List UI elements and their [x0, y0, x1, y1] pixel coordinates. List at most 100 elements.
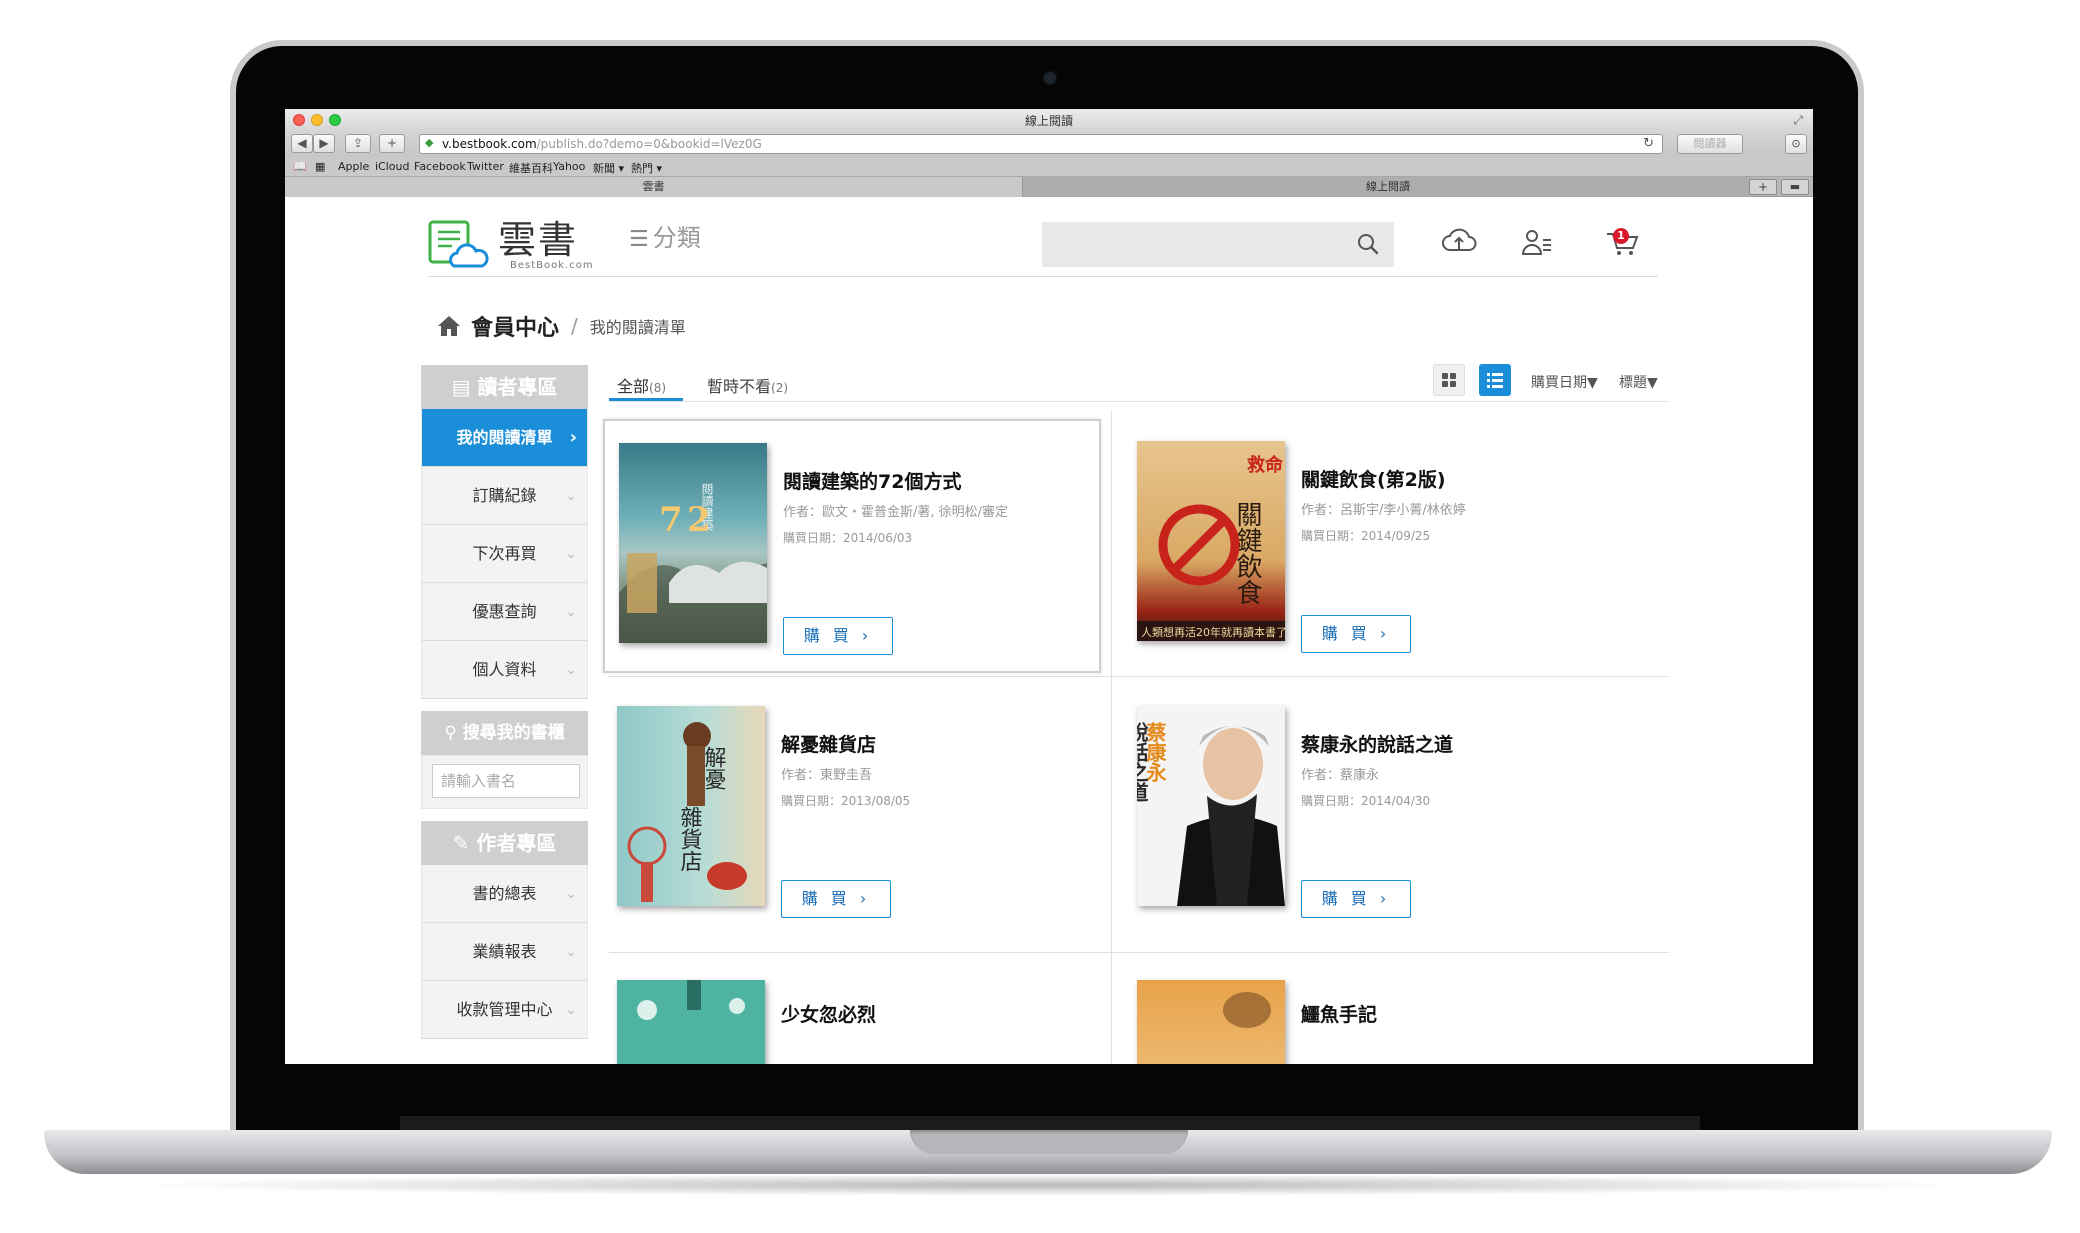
forward-button[interactable]: ▶	[313, 134, 335, 153]
top-sites-icon[interactable]: ▦	[315, 160, 325, 173]
chevron-down-icon: ⌄	[565, 886, 577, 902]
downloads-icon[interactable]: ⊙	[1785, 134, 1807, 154]
buy-button[interactable]: 購 買 ›	[1301, 615, 1411, 653]
sidebar-author-header: ✎ 作者專區	[421, 821, 588, 865]
book-purchase-date: 購買日期：2014/09/25	[1301, 529, 1431, 543]
book-cover-key-diet[interactable]: 救命! 關鍵飲食 人類想再活20年就再讀本書了!	[1137, 441, 1285, 641]
laptop-hinge	[400, 1116, 1700, 1130]
sidebar-item-orders[interactable]: 訂購紀錄 ⌄	[421, 467, 588, 525]
sidebar-item-label: 下次再買	[472, 544, 537, 563]
home-icon[interactable]	[437, 315, 461, 337]
logo-text: 雲書	[498, 218, 579, 262]
back-button[interactable]: ◀	[291, 134, 313, 153]
camera-icon	[1044, 72, 1056, 84]
book-title[interactable]: 關鍵飲食(第2版)	[1301, 465, 1446, 492]
new-tab-button[interactable]: +	[1749, 179, 1777, 195]
book-title[interactable]: 解憂雜貨店	[781, 730, 876, 757]
tab-not-now[interactable]: 暫時不看(2)	[707, 373, 788, 397]
book-card[interactable]: 救命! 關鍵飲食 人類想再活20年就再讀本書了! 關鍵飲食(第2版) 作者：呂斯…	[1123, 419, 1621, 673]
svg-text:2: 2	[687, 500, 711, 540]
sidebar-search-box: 請輸入書名	[421, 755, 588, 809]
sidebar-item-coupons[interactable]: 優惠查詢 ⌄	[421, 583, 588, 641]
sidebar-item-label: 書的總表	[472, 884, 537, 903]
svg-text:雜貨店: 雜貨店	[677, 806, 703, 872]
reader-button[interactable]: 閱讀器	[1677, 134, 1743, 154]
book-cover-crocodile-notes[interactable]	[1137, 980, 1285, 1064]
bookshelf-search-input[interactable]: 請輸入書名	[432, 764, 580, 798]
reading-list-icon[interactable]: 📖	[293, 160, 307, 173]
logo-subtext: BestBook.com	[510, 260, 594, 271]
bookmark-item[interactable]: 新聞 ▾	[593, 160, 624, 176]
fullscreen-icon[interactable]: ⤢	[1793, 113, 1803, 128]
architecture-cover-art: 閱讀建築 7 2	[619, 483, 767, 643]
laptop-shadow	[120, 1174, 1980, 1196]
tab-all[interactable]: 全部(8)	[617, 373, 666, 397]
book-card[interactable]: 鱷魚手記	[1123, 958, 1621, 1064]
sidebar-item-label: 優惠查詢	[472, 602, 537, 621]
bookmark-item[interactable]: Twitter	[467, 160, 504, 173]
add-bookmark-button[interactable]: +	[379, 134, 405, 153]
book-title[interactable]: 蔡康永的說話之道	[1301, 730, 1453, 757]
book-cover-girl-kublai[interactable]	[617, 980, 765, 1064]
sidebar-item-label: 收款管理中心	[456, 1000, 553, 1019]
book-title[interactable]: 鱷魚手記	[1301, 1000, 1377, 1027]
tab-yunshu[interactable]: 雲書	[285, 177, 1023, 197]
breadcrumb-separator: /	[571, 314, 578, 338]
crocodile-cover-art	[1223, 992, 1271, 1028]
chevron-down-icon: ⌄	[565, 944, 577, 960]
book-cover-tsai-kang-yong[interactable]: 蔡康永 說話之道	[1137, 706, 1285, 906]
book-cover-namiya[interactable]: 解憂 雜貨店	[617, 706, 765, 906]
cloud-upload-icon[interactable]	[1441, 228, 1477, 254]
sidebar-item-reading-list[interactable]: 我的閱讀清單 ›	[421, 409, 588, 467]
reload-icon[interactable]: ↻	[1643, 135, 1654, 153]
screen: 線上閱讀 ⤢ ◀ ▶ ⇪ + ◆ v.bestbook.com/publish.…	[285, 109, 1813, 1064]
buy-button[interactable]: 購 買 ›	[1301, 880, 1411, 918]
grid-icon	[1442, 373, 1456, 387]
breadcrumb: 會員中心 / 我的閱讀清單	[437, 311, 686, 341]
url-bar[interactable]: ◆ v.bestbook.com/publish.do?demo=0&booki…	[419, 134, 1663, 154]
book-cover-architecture[interactable]: 閱讀建築 7 2	[619, 443, 767, 643]
book-card[interactable]: 蔡康永 說話之道 蔡康永的說話之道 作者：蔡康永 購買日期：2014/04/30…	[1123, 684, 1621, 938]
site-logo[interactable]: 雲書 BestBook.com	[428, 218, 593, 271]
bookmark-item[interactable]: 維基百科	[509, 160, 553, 176]
buy-button[interactable]: 購 買 ›	[783, 617, 893, 655]
search-icon[interactable]	[1356, 232, 1380, 256]
book-card[interactable]: 閱讀建築 7 2 閱讀建築的72個方式 作者：歐文・霍普金斯/著, 徐明松/審定…	[603, 419, 1101, 673]
svg-text:7: 7	[659, 500, 683, 540]
document-icon: ▤	[451, 375, 471, 399]
sidebar-item-book-list[interactable]: 書的總表 ⌄	[421, 865, 588, 923]
sort-by-date[interactable]: 購買日期▼	[1531, 372, 1598, 392]
bookmark-item[interactable]: 熱門 ▾	[631, 160, 662, 176]
row-divider	[609, 676, 1669, 677]
tab-all-label: 全部	[617, 377, 650, 396]
book-title[interactable]: 閱讀建築的72個方式	[783, 467, 961, 494]
share-icon[interactable]: ⇪	[345, 134, 371, 153]
book-card[interactable]: 少女忽必烈	[603, 958, 1101, 1064]
sidebar-item-profile[interactable]: 個人資料 ⌄	[421, 641, 588, 699]
user-account-icon[interactable]	[1522, 228, 1552, 256]
bookmark-item[interactable]: iCloud	[375, 160, 409, 173]
breadcrumb-member-center[interactable]: 會員中心	[471, 310, 559, 342]
search-input[interactable]	[1042, 222, 1394, 267]
bookmark-item[interactable]: Apple	[338, 160, 369, 173]
buy-button[interactable]: 購 買 ›	[781, 880, 891, 918]
browser-toolbar: ◀ ▶ ⇪ + ◆ v.bestbook.com/publish.do?demo…	[285, 131, 1813, 157]
bookmark-item[interactable]: Facebook	[414, 160, 466, 173]
sidebar-item-label: 訂購紀錄	[472, 486, 537, 505]
sort-by-title[interactable]: 標題▼	[1619, 372, 1658, 392]
svg-text:解憂: 解憂	[701, 746, 727, 790]
list-icon	[1487, 373, 1503, 388]
book-card[interactable]: 解憂 雜貨店 解憂雜貨店 作者：東野圭吾 購買日期：2013/08/05 購 買…	[603, 684, 1101, 938]
sidebar-item-sales-report[interactable]: 業績報表 ⌄	[421, 923, 588, 981]
sidebar-item-payment-center[interactable]: 收款管理中心 ⌄	[421, 981, 588, 1039]
sidebar-item-buy-later[interactable]: 下次再買 ⌄	[421, 525, 588, 583]
category-menu-button[interactable]: ☰ 分類	[629, 218, 701, 253]
grid-view-button[interactable]	[1433, 364, 1465, 396]
book-title[interactable]: 少女忽必烈	[781, 1000, 876, 1027]
tab-online-reading[interactable]: 線上閱讀	[1023, 177, 1753, 197]
chevron-down-icon: ⌄	[565, 662, 577, 678]
bookmark-item[interactable]: Yahoo	[553, 160, 585, 173]
list-view-button[interactable]	[1479, 364, 1511, 396]
tab-overview-icon[interactable]: ▬	[1781, 179, 1809, 195]
sidebar-search-header: ⚲ 搜尋我的書櫃	[421, 711, 588, 755]
